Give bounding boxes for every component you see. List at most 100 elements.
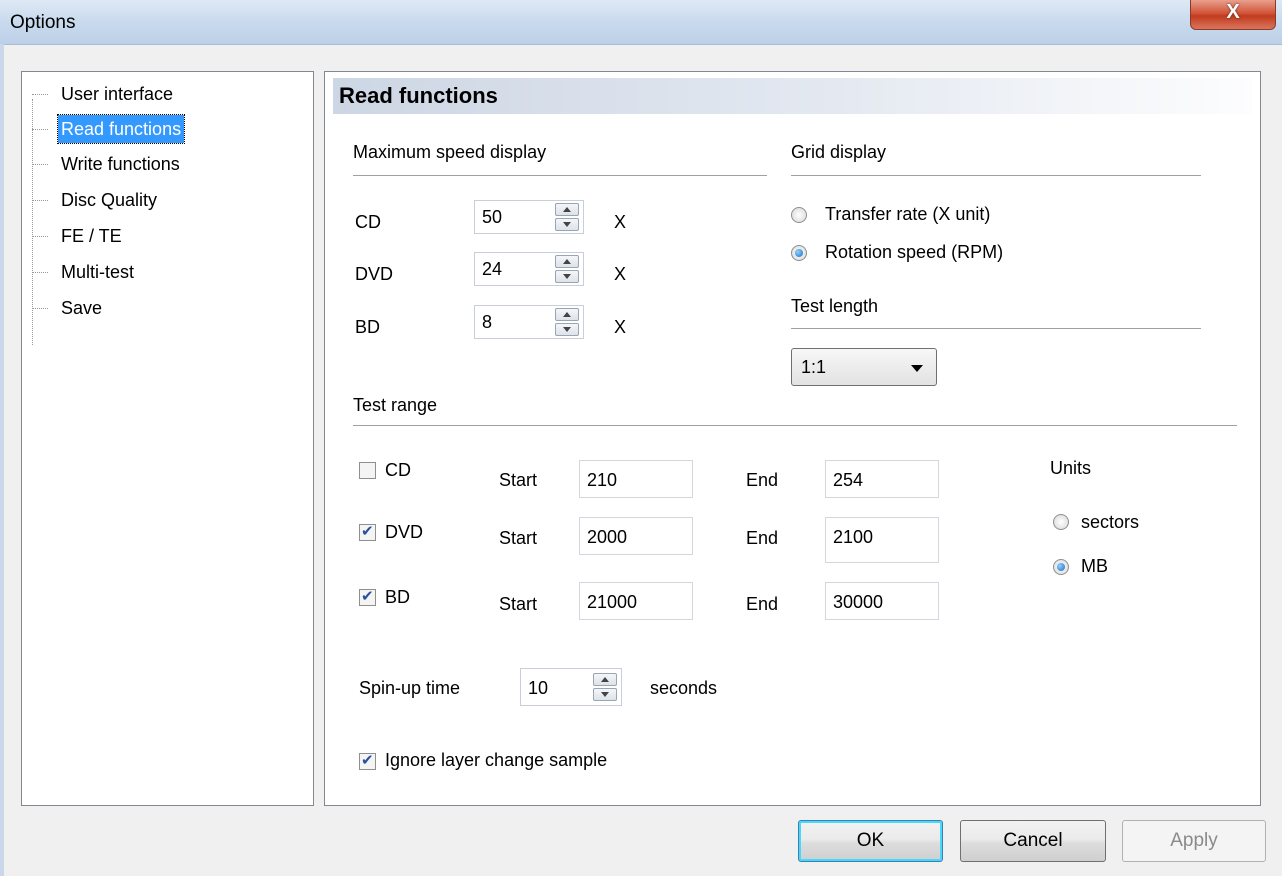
end-value-bd: 30000 [833,592,884,612]
spin-up-arrow-icon[interactable] [555,203,579,216]
tree-item-disc-quality[interactable]: Disc Quality [32,186,160,214]
grid-display-divider [791,175,1201,176]
start-label-cd: Start [499,470,538,490]
test-length-heading: Test length [791,296,879,316]
ok-button[interactable]: OK [798,820,943,862]
spin-up-spinner[interactable]: 10 [520,668,622,706]
speed-spinner-dvd[interactable]: 24 [474,252,584,286]
end-value-cd: 254 [833,470,864,490]
spin-up-value: 10 [528,678,549,698]
spinner-arrows[interactable] [593,673,619,701]
checkbox-range-cd[interactable] [359,462,376,479]
test-length-select[interactable]: 1:1 [791,348,937,386]
spinner-arrows[interactable] [555,255,581,283]
speed-unit-dvd: X [614,264,627,284]
range-label-cd: CD [385,460,411,480]
radio-label-sectors: sectors [1081,512,1140,532]
test-length-value: 1:1 [801,357,827,377]
spin-down-arrow-icon[interactable] [555,218,579,231]
speed-value-dvd: 24 [482,259,503,279]
speed-label-bd: BD [355,317,381,337]
tree-item-label: User interface [61,84,174,104]
panel-title: Read functions [339,83,498,108]
end-label-dvd: End [746,528,779,548]
radio-transfer-rate[interactable] [791,207,807,223]
tree-item-save[interactable]: Save [32,294,105,322]
spinner-arrows[interactable] [555,308,581,336]
title-bar: Options [0,0,1282,45]
checkbox-range-bd[interactable] [359,587,376,606]
checkbox-range-dvd[interactable] [359,522,376,541]
speed-value-bd: 8 [482,312,493,332]
tree-item-multi-test[interactable]: Multi-test [32,258,137,286]
tree-item-write-functions[interactable]: Write functions [32,150,183,178]
radio-units-mb[interactable] [1053,559,1069,575]
read-functions-panel: Read functions Maximum speed display CD … [324,71,1261,806]
window-frame-edge [0,44,4,876]
end-field-bd[interactable]: 30000 [825,582,939,620]
spin-down-arrow-icon[interactable] [555,323,579,336]
tree-item-label: Disc Quality [61,190,158,210]
end-field-dvd[interactable]: 2100 [825,517,939,563]
test-range-divider [353,425,1237,426]
end-label-cd: End [746,470,779,490]
spin-up-arrow-icon[interactable] [555,255,579,268]
start-field-dvd[interactable]: 2000 [579,517,693,555]
chevron-down-icon [911,365,923,372]
tree-item-label: FE / TE [61,226,122,246]
max-speed-heading: Maximum speed display [353,142,547,162]
spin-up-label: Spin-up time [359,678,461,698]
tree-item-label: Multi-test [61,262,135,282]
speed-spinner-bd[interactable]: 8 [474,305,584,339]
max-speed-divider [353,175,767,176]
end-label-bd: End [746,594,779,614]
test-range-heading: Test range [353,395,438,415]
start-label-dvd: Start [499,528,538,548]
apply-button[interactable]: Apply [1122,820,1266,862]
spin-down-arrow-icon[interactable] [593,688,617,701]
spin-up-unit: seconds [650,678,718,698]
end-value-dvd: 2100 [833,527,874,547]
spin-down-arrow-icon[interactable] [555,270,579,283]
speed-value-cd: 50 [482,207,503,227]
tree-item-label: Save [61,298,103,318]
units-heading: Units [1050,458,1092,478]
panel-header: Read functions [333,78,1252,114]
start-value-cd: 210 [587,470,618,490]
tree-item-label: Write functions [61,154,180,174]
tree-item-fe-te[interactable]: FE / TE [32,222,125,250]
start-label-bd: Start [499,594,538,614]
radio-label-rotation-speed: Rotation speed (RPM) [825,242,1004,262]
spinner-arrows[interactable] [555,203,581,231]
spin-up-arrow-icon[interactable] [555,308,579,321]
spin-up-arrow-icon[interactable] [593,673,617,686]
speed-unit-bd: X [614,317,627,337]
speed-label-dvd: DVD [355,264,394,284]
options-tree[interactable]: User interface Read functions Write func… [21,71,314,806]
start-value-dvd: 2000 [587,527,628,547]
checkbox-ignore-layer-change[interactable] [359,751,376,770]
tree-item-read-functions[interactable]: Read functions [32,114,186,144]
start-field-cd[interactable]: 210 [579,460,693,498]
tree-item-user-interface[interactable]: User interface [32,80,176,108]
end-field-cd[interactable]: 254 [825,460,939,498]
close-icon: X [1226,1,1240,23]
speed-unit-cd: X [614,212,627,232]
ignore-layer-change-label: Ignore layer change sample [385,750,608,770]
range-label-bd: BD [385,587,411,607]
radio-units-sectors[interactable] [1053,514,1069,530]
grid-display-heading: Grid display [791,142,887,162]
range-label-dvd: DVD [385,522,424,542]
speed-spinner-cd[interactable]: 50 [474,200,584,234]
tree-item-label: Read functions [56,114,186,144]
test-length-divider [791,328,1201,329]
close-button[interactable]: X [1190,0,1276,30]
radio-label-mb: MB [1081,556,1108,576]
radio-label-transfer-rate: Transfer rate (X unit) [825,204,991,224]
start-field-bd[interactable]: 21000 [579,582,693,620]
speed-label-cd: CD [355,212,381,232]
radio-rotation-speed[interactable] [791,245,807,261]
start-value-bd: 21000 [587,592,638,612]
window-title: Options [10,12,76,33]
cancel-button[interactable]: Cancel [960,820,1106,862]
